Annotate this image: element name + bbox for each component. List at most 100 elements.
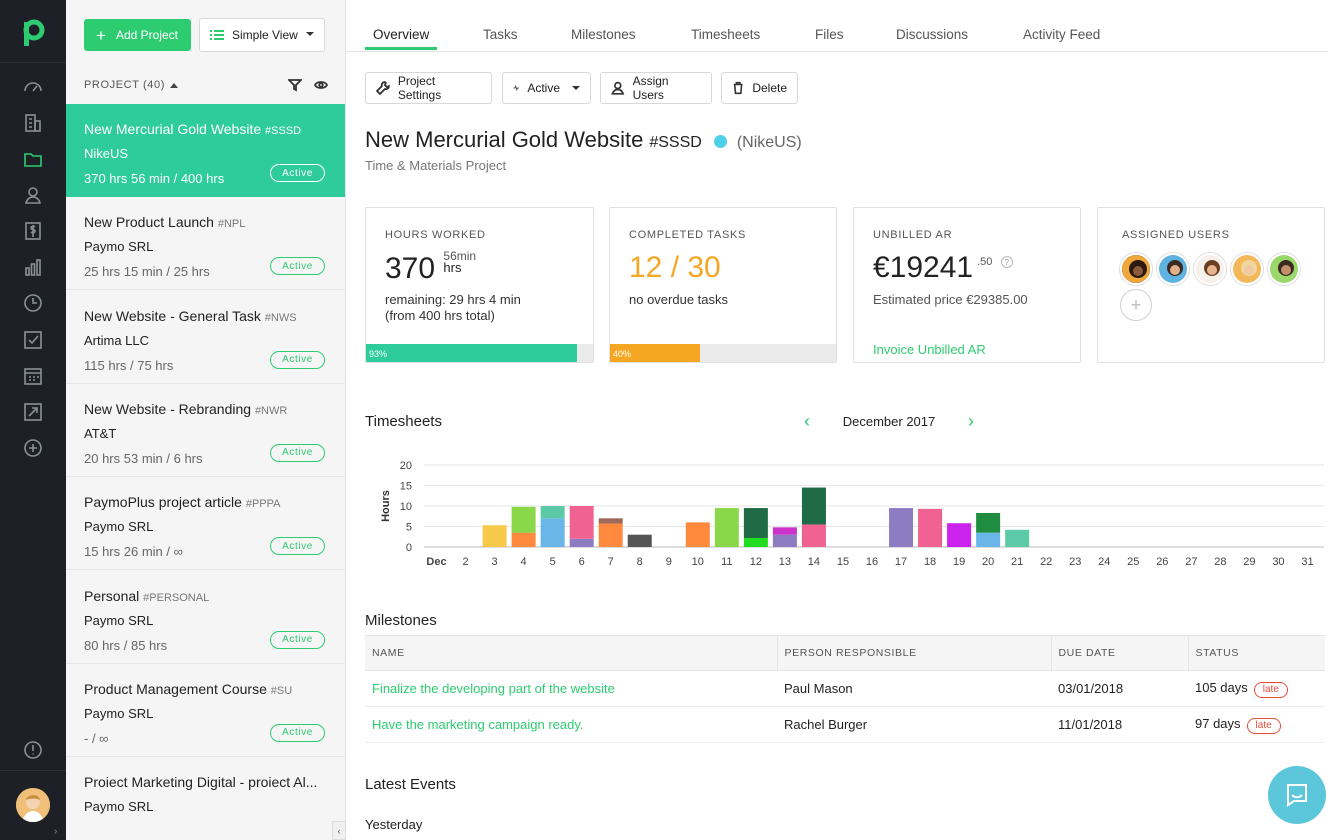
avatar[interactable] [1194, 253, 1226, 285]
avatar[interactable] [1268, 253, 1300, 285]
x-tick-label: 15 [837, 556, 849, 568]
project-item-title: Proiect Marketing Digital - proiect Al..… [84, 774, 318, 791]
x-tick-label: 31 [1301, 556, 1313, 568]
chart-bar-segment [743, 537, 768, 547]
project-list-item[interactable]: New Mercurial Gold Website #SSSD NikeUS 37… [66, 104, 345, 197]
eye-icon[interactable] [314, 78, 328, 92]
help-icon[interactable] [22, 739, 44, 761]
tab-overview[interactable]: Overview [373, 27, 429, 42]
wrench-icon [376, 81, 390, 95]
x-tick-label: 17 [895, 556, 907, 568]
add-icon[interactable] [22, 437, 44, 459]
project-settings-button[interactable]: Project Settings [365, 72, 492, 104]
avatar[interactable] [1231, 253, 1263, 285]
avatar[interactable] [1157, 253, 1189, 285]
milestone-name-link[interactable]: Finalize the developing part of the webs… [365, 670, 777, 707]
project-status-label: Active [527, 81, 560, 95]
project-list-item[interactable]: Product Management Course #SU Paymo SRL - … [66, 664, 345, 757]
calendar-icon[interactable] [22, 365, 44, 387]
hours-value: 370 [385, 252, 436, 285]
project-item-code: #NPL [217, 218, 246, 231]
tasks-icon[interactable] [22, 329, 44, 351]
x-tick-label: 11 [721, 556, 732, 568]
month-navigator: ‹ December 2017 › [804, 412, 974, 430]
collapse-panel-button[interactable]: ‹ [332, 821, 346, 840]
col-status[interactable]: STATUS [1187, 635, 1325, 671]
clients-icon[interactable] [22, 112, 44, 134]
x-tick-label: 16 [866, 556, 878, 568]
project-list-item[interactable]: Personal #PERSONAL Paymo SRL 80 hrs / 85 h… [66, 571, 345, 664]
dashboard-icon[interactable] [22, 76, 44, 98]
hours-remaining: remaining: 29 hrs 4 min (from 400 hrs tot… [385, 292, 521, 324]
x-tick-label: 28 [1214, 556, 1226, 568]
chart-bar-segment [511, 532, 536, 547]
chat-launcher-button[interactable] [1268, 766, 1326, 824]
project-item-title: New Mercurial Gold Website [84, 121, 262, 137]
x-tick-label: 24 [1098, 556, 1110, 568]
next-month-button[interactable]: › [968, 412, 974, 430]
x-tick-label: 2 [462, 556, 468, 568]
paymo-logo[interactable] [17, 18, 47, 48]
users-icon[interactable] [22, 184, 44, 206]
project-list-item[interactable]: PaymoPlus project article #PPPA Paymo SRL… [66, 477, 345, 571]
leads-icon[interactable] [22, 401, 44, 423]
project-list-item[interactable]: New Website - General Task #NWS Artima LL… [66, 291, 345, 384]
add-user-button[interactable]: + [1120, 289, 1152, 321]
add-project-button[interactable]: + Add Project [84, 19, 191, 51]
prev-month-button[interactable]: ‹ [804, 412, 810, 430]
tab-milestones[interactable]: Milestones [571, 27, 636, 42]
hours-unit: hrs [443, 260, 462, 275]
delete-button[interactable]: Delete [721, 72, 798, 104]
x-tick-label: 29 [1243, 556, 1255, 568]
tab-files[interactable]: Files [815, 27, 844, 42]
projects-icon[interactable] [22, 148, 44, 170]
x-tick-label: Dec [426, 556, 446, 568]
user-avatar[interactable] [16, 788, 50, 822]
add-project-label: Add Project [115, 28, 178, 42]
avatar[interactable] [1120, 253, 1152, 285]
project-list-sort-header[interactable]: PROJECT (40) [84, 79, 178, 91]
assigned-users-title: ASSIGNED USERS [1122, 229, 1230, 241]
tab-timesheets[interactable]: Timesheets [691, 27, 760, 42]
hours-progress-track: 93% [366, 344, 593, 362]
invoices-icon[interactable] [22, 220, 44, 242]
project-list-item[interactable]: New Website - Rebranding #NWR AT&T 20 hrs … [66, 384, 345, 477]
col-name[interactable]: NAME [365, 635, 777, 671]
x-tick-label: 18 [924, 556, 936, 568]
remaining-text: remaining: 29 hrs 4 min [385, 292, 521, 307]
x-tick-label: 4 [521, 556, 527, 568]
x-tick-label: 23 [1069, 556, 1081, 568]
project-item-title: PaymoPlus project article [84, 494, 242, 511]
y-tick-label: 10 [400, 501, 412, 513]
assign-users-label: Assign Users [632, 74, 669, 102]
col-person[interactable]: PERSON RESPONSIBLE [776, 635, 1051, 671]
tab-discussions[interactable]: Discussions [896, 27, 968, 42]
invoice-unbilled-link[interactable]: Invoice Unbilled AR [873, 342, 986, 357]
y-axis-label: Hours [380, 490, 392, 522]
col-due-date[interactable]: DUE DATE [1050, 635, 1188, 671]
hours-units: 56min hrs [443, 250, 476, 275]
filter-icon[interactable] [288, 78, 302, 92]
tab-activity-feed[interactable]: Activity Feed [1023, 27, 1100, 42]
assign-users-button[interactable]: Assign Users [600, 72, 712, 104]
time-icon[interactable] [22, 292, 44, 314]
project-list-item[interactable]: Proiect Marketing Digital - proiect Al..… [66, 757, 345, 840]
project-item-name: New Website - Rebranding #NWR [84, 401, 329, 417]
x-tick-label: 9 [666, 556, 672, 568]
project-list-item[interactable]: New Product Launch #NPL Paymo SRL 25 hrs 1… [66, 197, 345, 291]
chart-bar-segment [569, 538, 594, 547]
expand-rail-icon[interactable]: › [54, 826, 57, 837]
project-status-dropdown[interactable]: Active [502, 72, 591, 104]
view-mode-dropdown[interactable]: Simple View [199, 18, 325, 52]
reports-icon[interactable] [22, 256, 44, 278]
help-icon[interactable]: ? [1000, 256, 1013, 268]
project-name: New Mercurial Gold Website [365, 127, 644, 152]
tab-tasks[interactable]: Tasks [483, 27, 518, 42]
tab-bar: Overview Tasks Milestones Timesheets Fil… [346, 0, 1328, 52]
project-count-label: PROJECT (40) [84, 79, 165, 91]
chart-bar-segment [976, 532, 1001, 547]
total-text: (from 400 hrs total) [385, 308, 495, 323]
project-list-panel: + Add Project Simple View PROJECT (40) N… [66, 0, 346, 840]
overdue-note: no overdue tasks [629, 292, 729, 307]
milestone-name-link[interactable]: Have the marketing campaign ready. [365, 706, 777, 743]
